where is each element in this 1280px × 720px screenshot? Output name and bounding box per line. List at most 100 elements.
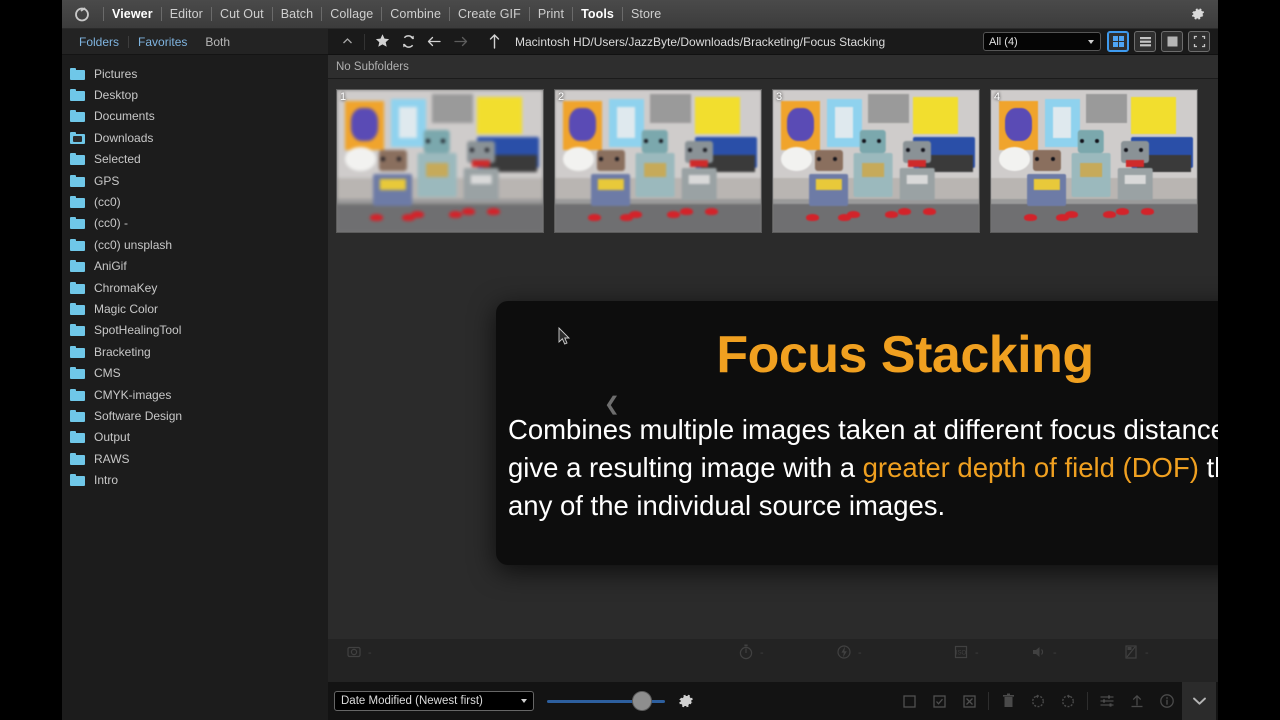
sort-select[interactable]: Date Modified (Newest first) [334,691,534,711]
sidebar-folder-item[interactable]: Software Design [62,405,328,426]
crossed-square-icon[interactable] [954,686,984,716]
sidebar-folder-item[interactable]: Output [62,427,328,448]
menu-item-editor[interactable]: Editor [169,5,204,23]
folder-icon [70,367,85,380]
list-view-button[interactable] [1134,31,1156,52]
chevron-up-icon[interactable] [334,30,360,54]
thumbnail-size-slider[interactable] [547,691,665,711]
folder-icon [70,345,85,358]
menu-item-cut-out[interactable]: Cut Out [219,5,265,23]
folder-label: CMS [94,366,121,381]
thumbnail-item[interactable]: 4 [990,89,1198,233]
sidebar-folder-item[interactable]: CMS [62,362,328,383]
arrow-right-icon[interactable] [447,30,473,54]
sidebar-folder-item[interactable]: ChromaKey [62,277,328,298]
menu-item-combine[interactable]: Combine [389,5,442,23]
exif-item: - [346,644,372,663]
folder-label: Desktop [94,88,139,103]
folder-icon [70,153,85,166]
exif-item: - [738,643,764,664]
menu-item-create-gif[interactable]: Create GIF [457,5,522,23]
folder-icon [70,474,85,487]
chevron-down-icon[interactable] [1182,682,1216,720]
iso-icon: ISO [953,644,969,663]
sidebar-folder-item[interactable]: Selected [62,149,328,170]
fullscreen-view-button[interactable] [1188,31,1210,52]
sidebar-folder-item[interactable]: Magic Color [62,298,328,319]
menu-item-batch[interactable]: Batch [280,5,314,23]
sidebar-folder-item[interactable]: Intro [62,469,328,490]
sidebar-tabs: Folders Favorites Both [62,29,328,55]
tab-both[interactable]: Both [196,35,239,49]
exif-value: - [1145,647,1149,659]
upload-icon[interactable] [1122,686,1152,716]
sidebar-folder-item[interactable]: RAWS [62,448,328,469]
folder-icon [70,174,85,187]
refresh-icon[interactable] [395,30,421,54]
folder-label: SpotHealingTool [94,323,182,338]
sidebar-folder-item[interactable]: (cc0) - [62,213,328,234]
sidebar-folder-item[interactable]: Downloads [62,127,328,148]
star-icon[interactable] [369,30,395,54]
menu-item-tools[interactable]: Tools [580,5,615,23]
gear-icon[interactable] [677,692,695,710]
arrow-left-icon[interactable] [421,30,447,54]
thumbnail-item[interactable]: 3 [772,89,980,233]
chevron-down-icon [1088,39,1094,44]
folder-label: AniGif [94,259,127,274]
tab-folders[interactable]: Folders [70,35,128,49]
exif-value: - [1053,647,1057,659]
folder-icon [70,110,85,123]
menubar: Viewer Editor Cut Out Batch Collage Comb… [62,0,1218,29]
folder-icon [70,452,85,465]
folder-icon [70,217,85,230]
slider-thumb[interactable] [631,691,652,711]
menu-item-collage[interactable]: Collage [329,5,374,23]
rotate-left-icon[interactable] [1023,686,1053,716]
subfolder-bar: No Subfolders [328,55,1218,79]
trash-icon[interactable] [993,686,1023,716]
overlay-title: Focus Stacking [716,326,1094,384]
folder-icon [70,67,85,80]
menu-item-print[interactable]: Print [537,5,565,23]
filter-select[interactable]: All (4) [983,32,1101,51]
sliders-icon[interactable] [1092,686,1122,716]
gear-icon[interactable] [1188,4,1208,24]
mouse-cursor [558,326,571,351]
sidebar-folder-item[interactable]: Bracketing [62,341,328,362]
arrow-up-icon[interactable] [481,30,507,54]
grid-view-button[interactable] [1107,31,1129,52]
menu-divider [103,7,104,21]
sidebar-folder-item[interactable]: GPS [62,170,328,191]
sidebar-folder-item[interactable]: CMYK-images [62,384,328,405]
folder-label: (cc0) unsplash [94,237,173,252]
tab-favorites[interactable]: Favorites [129,35,196,49]
menu-item-store[interactable]: Store [630,5,662,23]
path-toolbar: Macintosh HD/Users/JazzByte/Downloads/Br… [328,29,1218,55]
thumbnail-item[interactable]: 1 [336,89,544,233]
sidebar-folder-item[interactable]: AniGif [62,256,328,277]
info-icon[interactable] [1152,686,1182,716]
sidebar-folder-item[interactable]: (cc0) [62,191,328,212]
bottom-toolbar: Date Modified (Newest first) [328,682,1218,720]
single-image-view-button[interactable] [1161,31,1183,52]
sidebar-folder-item[interactable]: (cc0) unsplash [62,234,328,255]
menu-divider [321,7,323,21]
thumbnail-number: 4 [994,91,1001,103]
exif-value: - [858,647,862,659]
chevron-left-icon[interactable]: ❮ [604,393,620,416]
sidebar-folder-item[interactable]: Documents [62,106,328,127]
checked-square-icon[interactable] [924,686,954,716]
thumbnail-photo [337,90,543,232]
sidebar-folder-item[interactable]: Desktop [62,84,328,105]
thumbnail-item[interactable]: 2 [554,89,762,233]
path-breadcrumb[interactable]: Macintosh HD/Users/JazzByte/Downloads/Br… [515,35,983,49]
sidebar-folder-item[interactable]: Pictures [62,63,328,84]
focus-stacking-overlay: ❮ Focus Stacking Combines multiple image… [496,301,1218,565]
menu-divider [210,7,212,21]
square-icon[interactable] [894,686,924,716]
rotate-right-icon[interactable] [1053,686,1083,716]
menu-item-viewer[interactable]: Viewer [111,5,154,23]
sidebar-folder-item[interactable]: SpotHealingTool [62,320,328,341]
exif-value: - [368,647,372,659]
